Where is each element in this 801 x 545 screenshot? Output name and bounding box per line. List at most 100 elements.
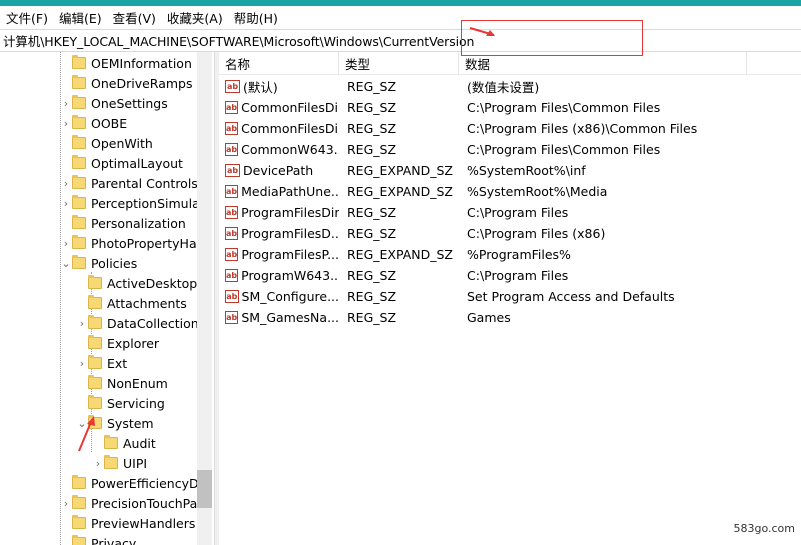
tree-item[interactable]: OpenWith: [60, 133, 153, 153]
tree-item[interactable]: ⌄ Policies: [60, 253, 137, 273]
list-item[interactable]: ab CommonFilesDir REG_SZ C:\Program Files\C…: [219, 97, 801, 118]
folder-icon: [72, 175, 86, 189]
list-item[interactable]: ab SM_Configure... REG_SZ Set Program Acces…: [219, 286, 801, 307]
tree-item[interactable]: › UIPI: [92, 453, 147, 473]
value-data: (数值未设置): [467, 80, 540, 95]
value-name: MediaPathUne...: [241, 184, 339, 199]
list-item[interactable]: ab CommonW643... REG_SZ C:\Program Files\Co…: [219, 139, 801, 160]
list-item[interactable]: ab ProgramFilesP... REG_EXPAND_SZ %ProgramF…: [219, 244, 801, 265]
tree-item-label: Ext: [107, 355, 128, 371]
list-item[interactable]: ab DevicePath REG_EXPAND_SZ %SystemRoot%\in…: [219, 160, 801, 181]
folder-icon: [72, 535, 86, 545]
menu-view[interactable]: 查看(V): [113, 8, 156, 27]
value-data: Set Program Access and Defaults: [467, 289, 675, 304]
value-type: REG_SZ: [347, 289, 397, 304]
column-header-name[interactable]: 名称: [219, 52, 339, 74]
tree-item-label: Policies: [91, 255, 138, 271]
value-name-cell: ab MediaPathUne...: [225, 181, 339, 202]
values-list[interactable]: 名称 类型 数据 ab (默认) REG_SZ (数值未设置) ab CommonFile…: [219, 52, 801, 545]
folder-icon: [72, 495, 86, 509]
tree-item[interactable]: Servicing: [76, 393, 165, 413]
value-name: CommonW643...: [241, 142, 339, 157]
menu-file[interactable]: 文件(F): [6, 8, 48, 27]
value-name: ProgramFilesP...: [241, 247, 339, 262]
chevron-right-icon[interactable]: ›: [60, 193, 72, 213]
menu-help[interactable]: 帮助(H): [234, 8, 278, 27]
folder-icon: [72, 135, 86, 149]
tree-scrollbar[interactable]: [197, 52, 212, 545]
tree-item[interactable]: › Parental Controls: [60, 173, 198, 193]
folder-icon: [104, 435, 118, 449]
value-name: CommonFilesDir: [241, 100, 339, 115]
chevron-right-icon[interactable]: ›: [76, 353, 88, 373]
tree-item[interactable]: OEMInformation: [60, 53, 192, 73]
chevron-right-icon[interactable]: ›: [76, 313, 88, 333]
list-item[interactable]: ab MediaPathUne... REG_EXPAND_SZ %SystemRoo…: [219, 181, 801, 202]
tree-item[interactable]: › PhotoPropertyHan: [60, 233, 205, 253]
tree-item[interactable]: OptimalLayout: [60, 153, 183, 173]
list-item[interactable]: ab ProgramW643... REG_SZ C:\Program Files: [219, 265, 801, 286]
string-value-icon: ab: [225, 311, 239, 324]
chevron-right-icon[interactable]: ›: [60, 173, 72, 193]
tree-item[interactable]: Attachments: [76, 293, 187, 313]
tree-item-label: OEMInformation: [91, 55, 192, 71]
tree-item[interactable]: Personalization: [60, 213, 186, 233]
value-data: C:\Program Files\Common Files: [467, 142, 661, 157]
tree-item-label: OptimalLayout: [91, 155, 183, 171]
string-value-icon: ab: [225, 248, 239, 261]
chevron-right-icon[interactable]: ›: [60, 493, 72, 513]
list-item[interactable]: ab ProgramFilesD... REG_SZ C:\Program Files…: [219, 223, 801, 244]
value-type: REG_SZ: [347, 205, 397, 220]
string-value-icon: ab: [225, 290, 239, 303]
tree-item[interactable]: › OOBE: [60, 113, 127, 133]
value-name-cell: ab CommonFilesDir: [225, 97, 339, 118]
tree-item[interactable]: PowerEfficiencyDi: [60, 473, 202, 493]
list-item[interactable]: ab SM_GamesNa... REG_SZ Games: [219, 307, 801, 328]
folder-icon: [72, 115, 86, 129]
tree-item[interactable]: OneDriveRamps: [60, 73, 192, 93]
list-item[interactable]: ab CommonFilesDi... REG_SZ C:\Program Files…: [219, 118, 801, 139]
value-data: %SystemRoot%\inf: [467, 163, 586, 178]
menu-favorites[interactable]: 收藏夹(A): [167, 8, 223, 27]
column-header-data[interactable]: 数据: [459, 52, 747, 74]
list-item[interactable]: ab (默认) REG_SZ (数值未设置): [219, 76, 801, 97]
list-item[interactable]: ab ProgramFilesDir REG_SZ C:\Program Files: [219, 202, 801, 223]
tree-item[interactable]: › DataCollection: [76, 313, 199, 333]
chevron-right-icon[interactable]: ›: [60, 93, 72, 113]
value-name: ProgramFilesD...: [241, 226, 339, 241]
column-header-type[interactable]: 类型: [339, 52, 459, 74]
tree-scrollbar-thumb[interactable]: [197, 470, 212, 508]
folder-icon: [88, 275, 102, 289]
tree-item[interactable]: Audit: [92, 433, 156, 453]
value-data: Games: [467, 310, 511, 325]
tree-item[interactable]: › PrecisionTouchPa: [60, 493, 197, 513]
chevron-right-icon[interactable]: ›: [92, 453, 104, 473]
value-name-cell: ab DevicePath: [225, 160, 339, 181]
address-path[interactable]: 计算机\HKEY_LOCAL_MACHINE\SOFTWARE\Microsof…: [3, 31, 474, 50]
chevron-right-icon[interactable]: ›: [60, 113, 72, 133]
registry-tree[interactable]: OEMInformation OneDriveRamps › OneSettings ›…: [0, 52, 212, 545]
address-bar[interactable]: 计算机\HKEY_LOCAL_MACHINE\SOFTWARE\Microsof…: [0, 29, 801, 52]
menu-edit[interactable]: 编辑(E): [59, 8, 102, 27]
tree-item[interactable]: NonEnum: [76, 373, 168, 393]
tree-item[interactable]: ActiveDesktop: [76, 273, 197, 293]
value-name-cell: ab ProgramFilesD...: [225, 223, 339, 244]
value-type: REG_SZ: [347, 142, 397, 157]
chevron-down-icon[interactable]: ⌄: [60, 253, 72, 273]
tree-item[interactable]: Explorer: [76, 333, 159, 353]
tree-item[interactable]: › Ext: [76, 353, 127, 373]
tree-item[interactable]: › OneSettings: [60, 93, 168, 113]
string-value-icon: ab: [225, 80, 240, 93]
chevron-right-icon[interactable]: ›: [60, 233, 72, 253]
value-name-cell: ab (默认): [225, 76, 339, 97]
tree-item[interactable]: PreviewHandlers: [60, 513, 195, 533]
tree-item[interactable]: › PerceptionSimulati: [60, 193, 208, 213]
tree-item[interactable]: Privacy: [60, 533, 136, 545]
